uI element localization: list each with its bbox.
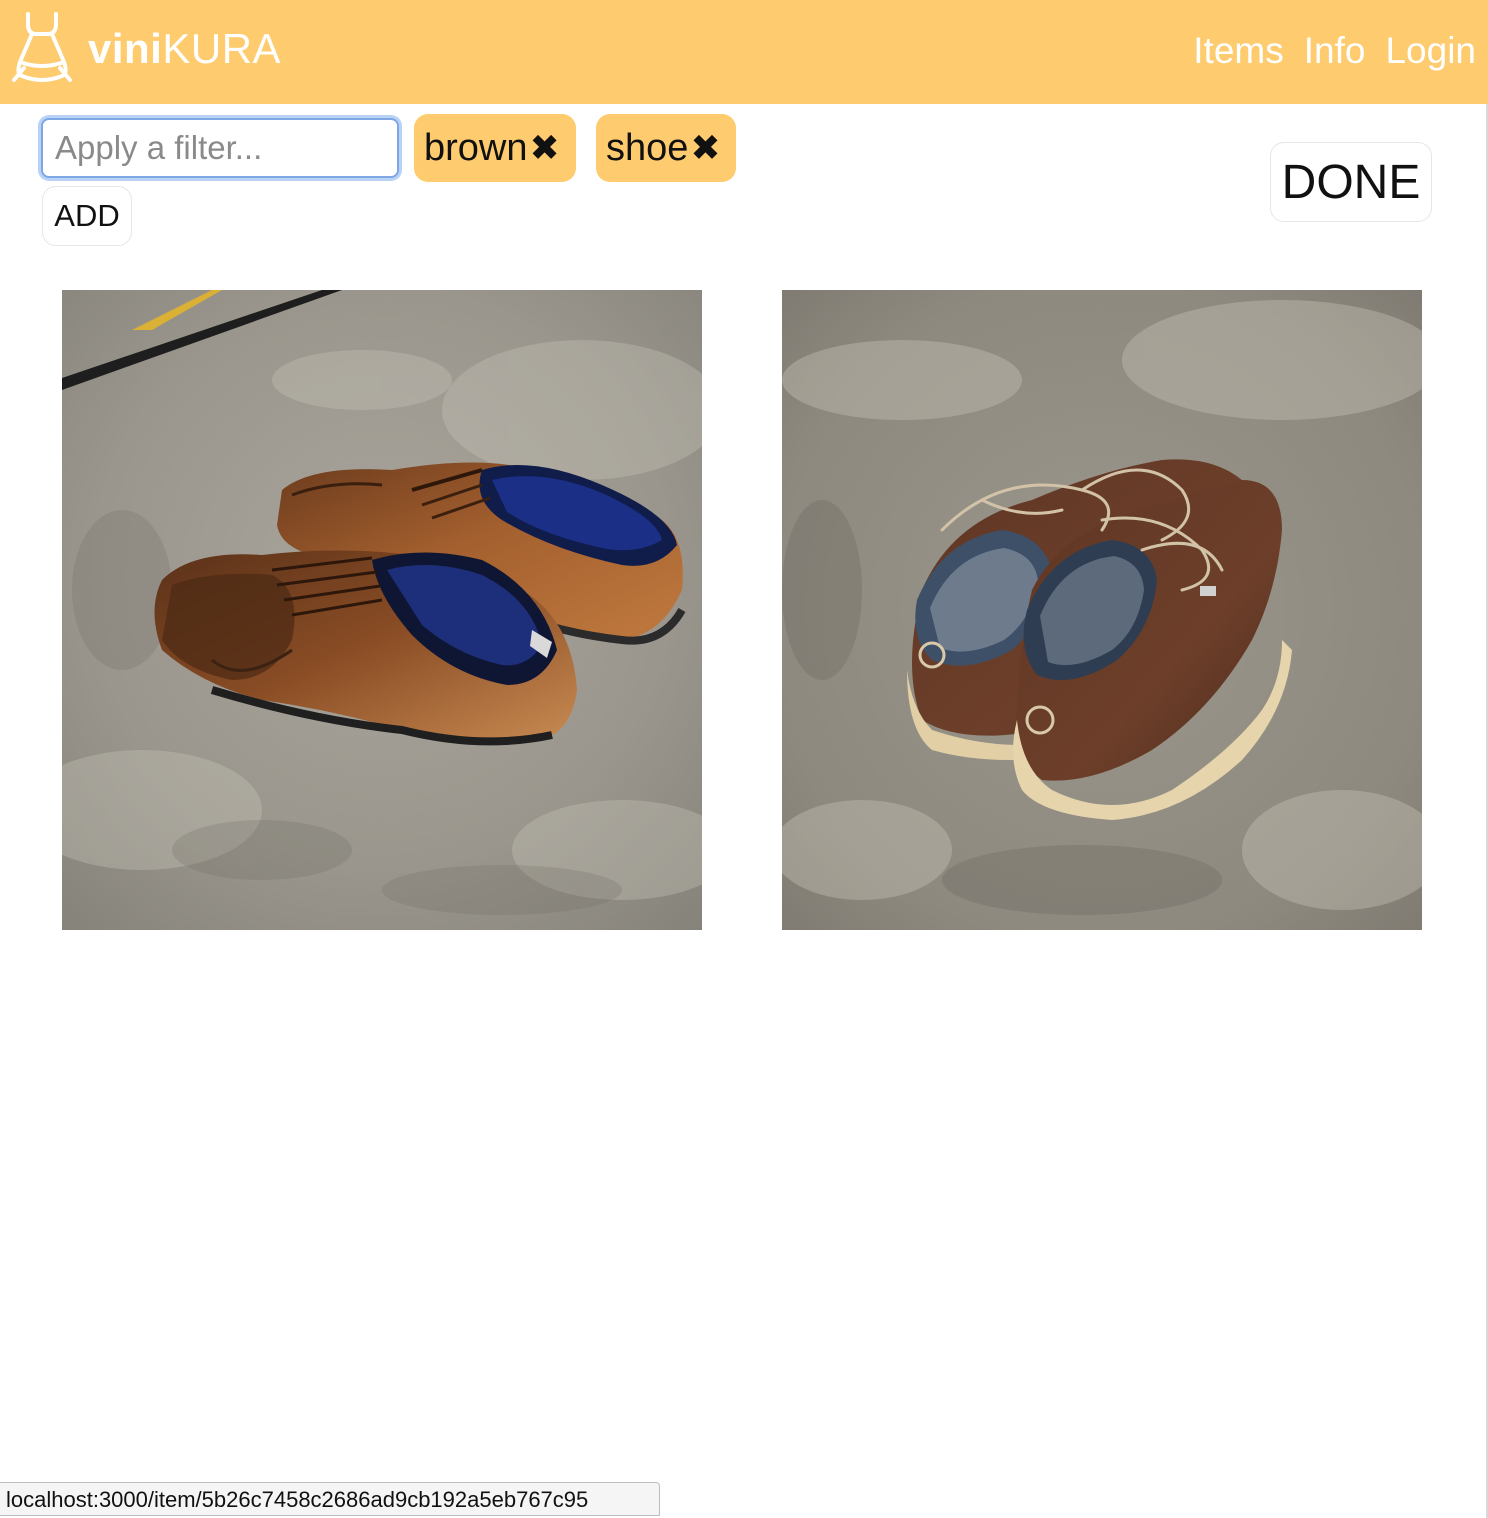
brand-name-light: KURA	[162, 25, 282, 72]
filter-tag-shoe[interactable]: shoe ✖	[596, 114, 736, 182]
done-button[interactable]: DONE	[1270, 142, 1432, 222]
item-photo	[62, 290, 702, 930]
brand-name-bold: vini	[88, 25, 163, 72]
brand[interactable]: viniKURA	[10, 10, 281, 84]
brand-name: viniKURA	[88, 28, 281, 70]
nav-link-info[interactable]: Info	[1304, 28, 1366, 74]
filter-tag-brown[interactable]: brown ✖	[414, 114, 576, 182]
close-icon[interactable]: ✖	[690, 130, 720, 166]
filter-tag-label: brown	[424, 126, 528, 169]
status-bar-url: localhost:3000/item/5b26c7458c2686ad9cb1…	[0, 1482, 660, 1516]
navbar: viniKURA Items Info Login	[0, 0, 1488, 104]
nav-link-items[interactable]: Items	[1193, 28, 1283, 74]
item-card[interactable]	[62, 290, 702, 930]
page: viniKURA Items Info Login brown ✖ shoe ✖…	[0, 0, 1488, 1518]
nav-links: Items Info Login	[1193, 28, 1476, 74]
item-card[interactable]	[782, 290, 1422, 930]
dress-icon	[12, 12, 72, 82]
filter-tag-label: shoe	[606, 126, 689, 169]
filter-input[interactable]	[41, 118, 399, 178]
add-button[interactable]: ADD	[42, 186, 132, 246]
item-photo	[782, 290, 1422, 930]
nav-link-login[interactable]: Login	[1385, 28, 1476, 74]
close-icon[interactable]: ✖	[530, 130, 560, 166]
